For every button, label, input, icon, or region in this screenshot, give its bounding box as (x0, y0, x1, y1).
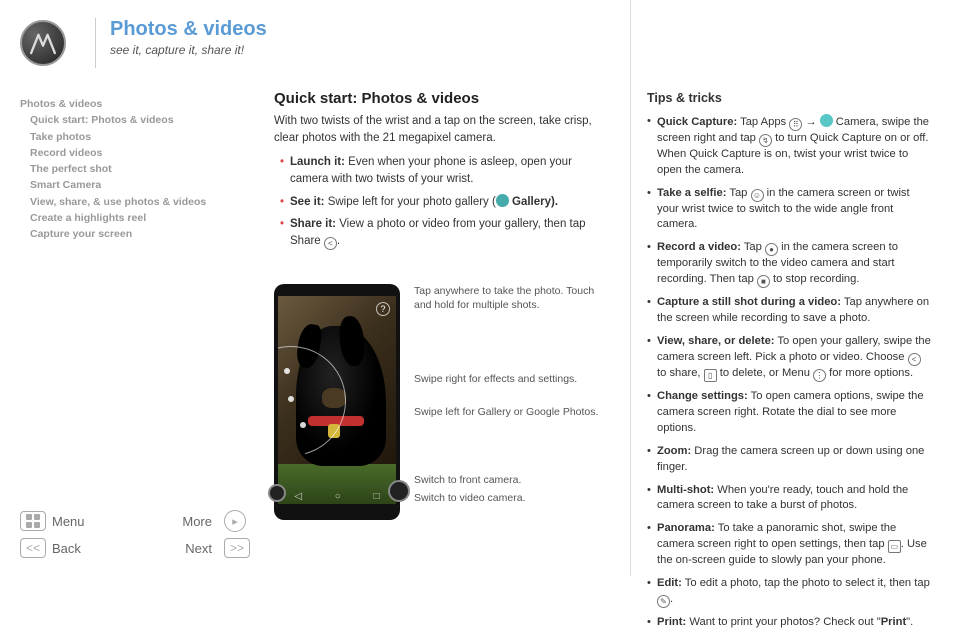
quick-capture-icon (759, 134, 772, 147)
record-icon (765, 243, 778, 256)
toc-item[interactable]: The perfect shot (20, 161, 260, 177)
more-icon[interactable]: ▸ (224, 510, 246, 532)
toc-section[interactable]: Photos & videos (20, 96, 260, 112)
next-label[interactable]: Next (141, 541, 218, 556)
bullet-launch: Launch it: Even when your phone is aslee… (280, 154, 612, 187)
table-of-contents: Photos & videos Quick start: Photos & vi… (20, 96, 260, 242)
toc-item[interactable]: Quick start: Photos & videos (20, 112, 260, 128)
bullet-see: See it: Swipe left for your photo galler… (280, 194, 612, 211)
tip-still-during-video: Capture a still shot during a video: Tap… (647, 295, 932, 327)
section-heading: Quick start: Photos & videos (274, 90, 612, 107)
more-label[interactable]: More (141, 514, 218, 529)
trash-icon (704, 369, 717, 382)
nav-home-icon[interactable]: ○ (335, 491, 341, 502)
arc-option-icon[interactable] (300, 422, 306, 428)
tip-zoom: Zoom: Drag the camera screen up or down … (647, 444, 932, 476)
tips-heading: Tips & tricks (647, 90, 932, 108)
toc-item[interactable]: Take photos (20, 129, 260, 145)
tip-quick-capture: Quick Capture: Tap Apps → Camera, swipe … (647, 114, 932, 179)
phone-mockup: ? ◁ ○ □ (274, 284, 400, 520)
tip-change-settings: Change settings: To open camera options,… (647, 389, 932, 437)
tip-panorama: Panorama: To take a panoramic shot, swip… (647, 521, 932, 569)
motorola-logo-icon (20, 20, 66, 66)
back-label[interactable]: Back (52, 541, 129, 556)
bullet-share: Share it: View a photo or video from you… (280, 216, 612, 250)
toc-item[interactable]: Create a highlights reel (20, 210, 260, 226)
help-icon[interactable]: ? (376, 302, 390, 316)
tip-print: Print: Want to print your photos? Check … (647, 615, 932, 631)
next-icon[interactable]: >> (224, 538, 250, 558)
nav-back-icon[interactable]: ◁ (294, 491, 302, 502)
tip-multishot: Multi-shot: When you're ready, touch and… (647, 483, 932, 515)
back-icon[interactable]: << (20, 538, 46, 558)
nav-recent-icon[interactable]: □ (374, 491, 380, 502)
tips-list: Quick Capture: Tap Apps → Camera, swipe … (647, 114, 932, 631)
selfie-icon (751, 189, 764, 202)
toc-item[interactable]: Smart Camera (20, 177, 260, 193)
stop-icon (757, 275, 770, 288)
toc-item[interactable]: Record videos (20, 145, 260, 161)
tip-selfie: Take a selfie: Tap in the camera screen … (647, 186, 932, 234)
share-icon (908, 353, 921, 366)
callout-swipe-right: Swipe right for effects and settings. (414, 372, 612, 386)
menu-icon[interactable] (20, 511, 46, 531)
share-icon (324, 237, 337, 250)
toc-item[interactable]: View, share, & use photos & videos (20, 194, 260, 210)
callout-video-cam: Switch to video camera. (414, 491, 612, 505)
camera-viewfinder: ? ◁ ○ □ (278, 296, 396, 504)
section-intro: With two twists of the wrist and a tap o… (274, 113, 612, 146)
camera-icon (820, 114, 833, 127)
tip-record: Record a video: Tap in the camera screen… (647, 240, 932, 288)
panorama-icon (888, 540, 901, 553)
video-camera-button[interactable] (388, 480, 410, 502)
footer-nav: Menu More ▸ << Back Next >> (20, 510, 250, 558)
tip-view-share-delete: View, share, or delete: To open your gal… (647, 334, 932, 382)
arc-option-icon[interactable] (288, 396, 294, 402)
arc-option-icon[interactable] (284, 368, 290, 374)
edit-icon (657, 595, 670, 608)
tip-edit: Edit: To edit a photo, tap the photo to … (647, 576, 932, 608)
apps-icon (789, 118, 802, 131)
menu-label[interactable]: Menu (52, 514, 129, 529)
gallery-icon (496, 194, 509, 207)
front-camera-button[interactable] (268, 484, 286, 502)
callout-swipe-left: Swipe left for Gallery or Google Photos. (414, 405, 612, 419)
menu-dots-icon (813, 369, 826, 382)
callout-tap: Tap anywhere to take the photo. Touch an… (414, 284, 612, 312)
toc-item[interactable]: Capture your screen (20, 226, 260, 242)
callout-front-cam: Switch to front camera. (414, 473, 612, 487)
